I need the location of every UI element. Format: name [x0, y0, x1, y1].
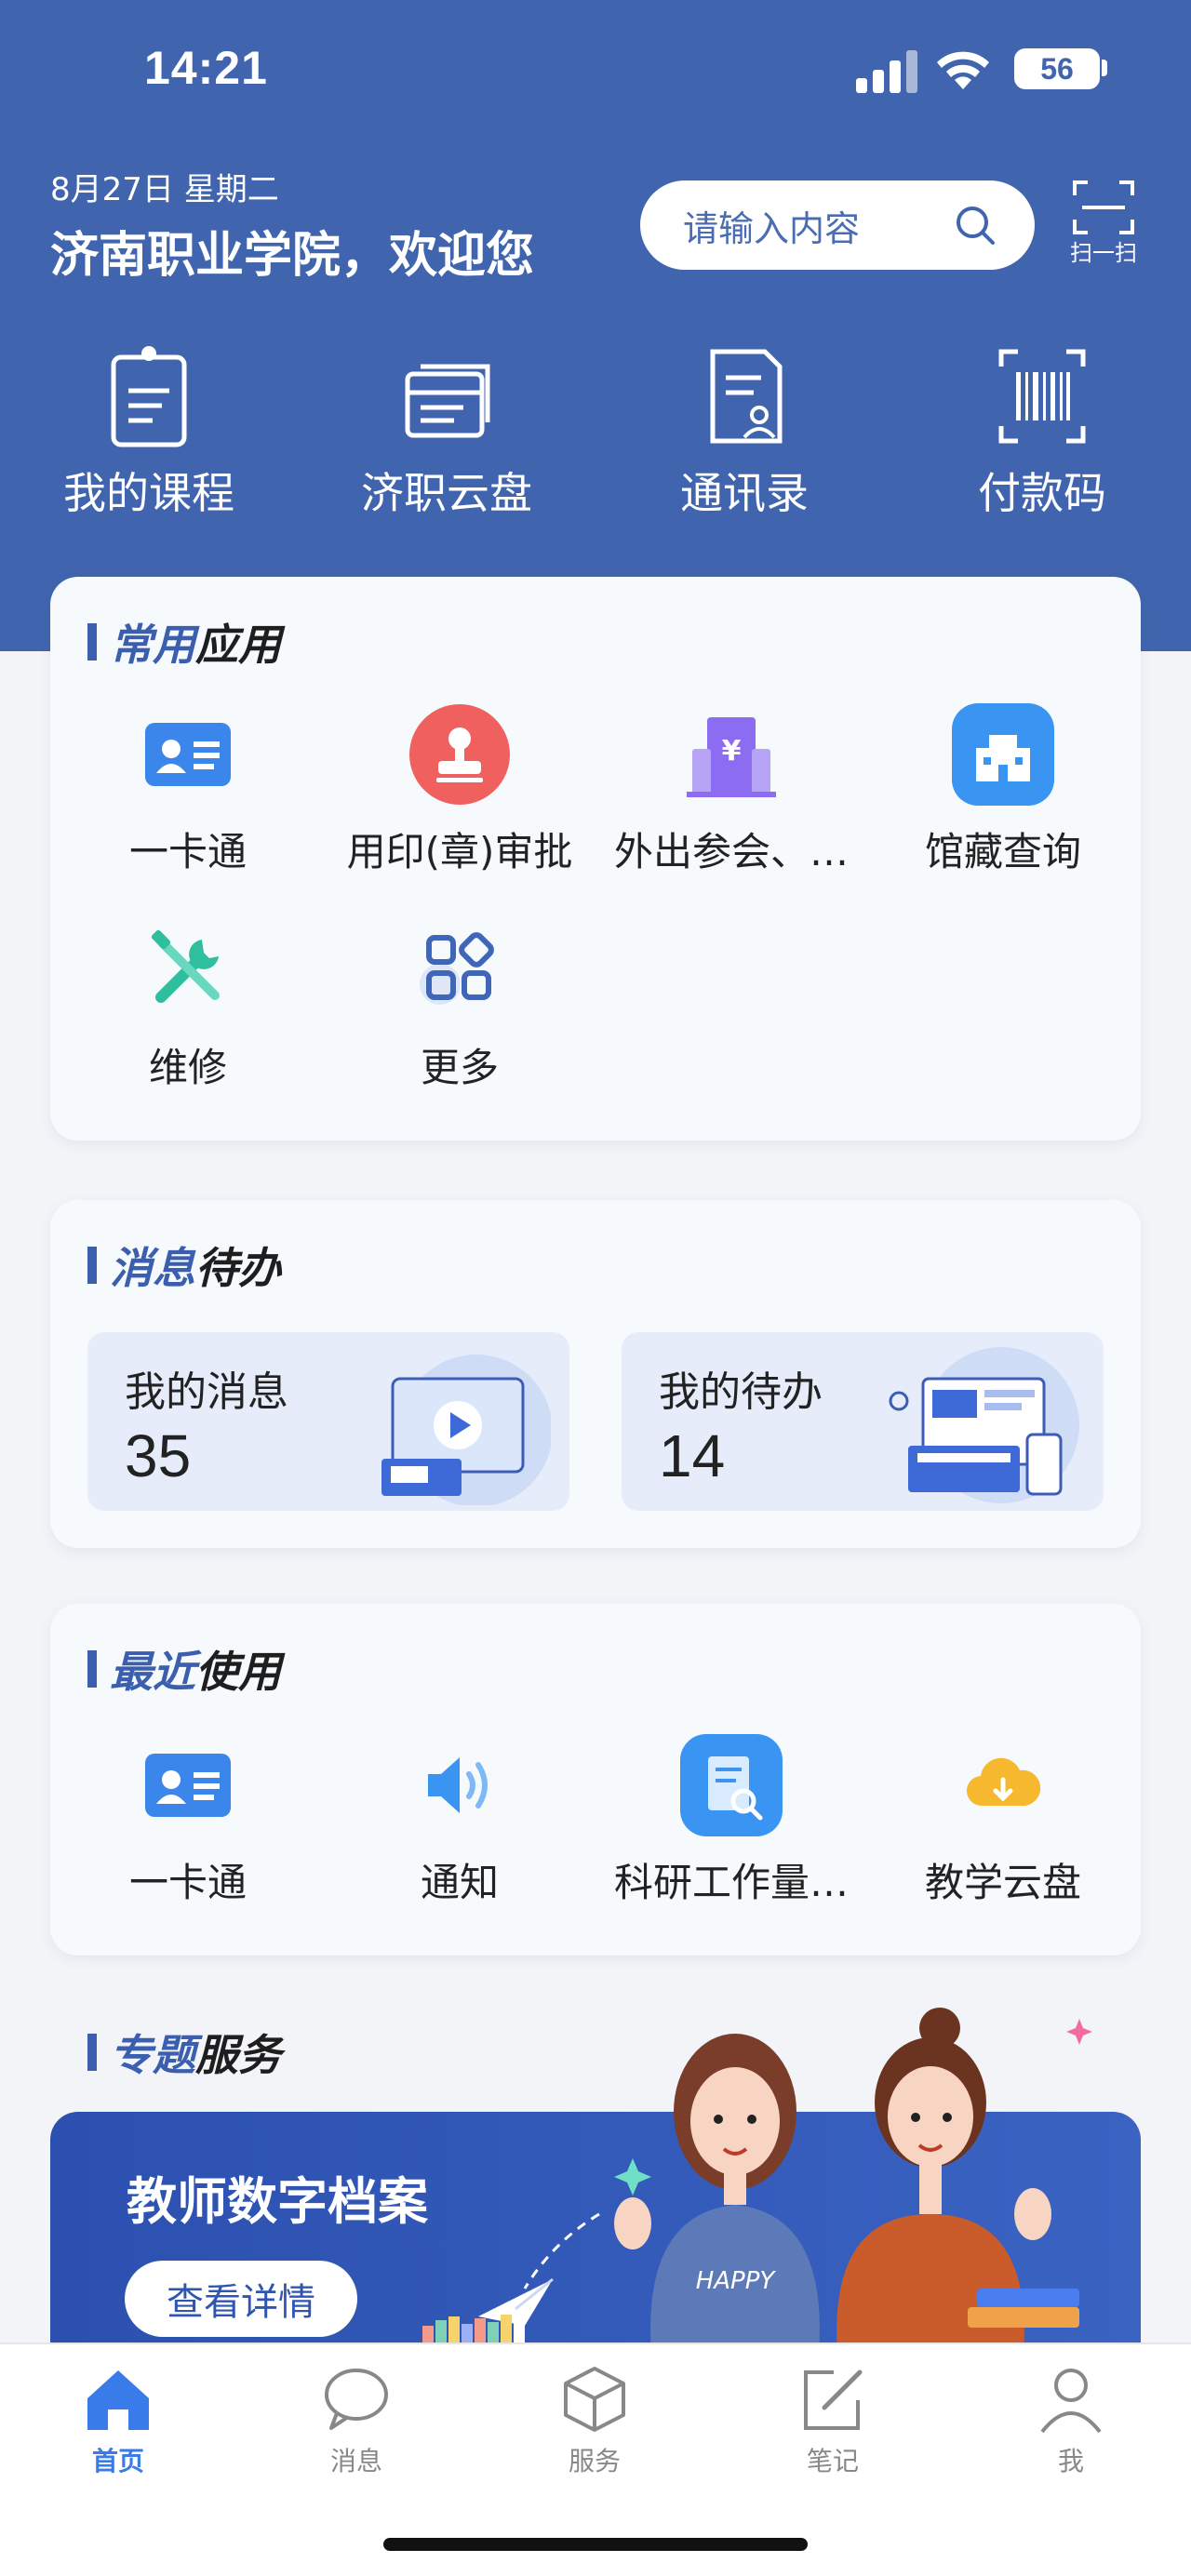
quick-cloud-drive[interactable]: 济职云盘: [335, 344, 558, 521]
view-details-button[interactable]: 查看详情: [125, 2261, 357, 2337]
tab-notes[interactable]: 笔记: [740, 2363, 926, 2478]
tab-services[interactable]: 服务: [502, 2363, 688, 2478]
common-apps-card: 常用 应用 一卡通 用印(章)审批 ¥ 外出参会、… 馆藏查询 维修 更多: [50, 577, 1141, 1141]
chat-bubble-icon: [325, 2369, 388, 2430]
quick-label: 济职云盘: [361, 468, 532, 518]
recent-campus-card[interactable]: 一卡通: [67, 1734, 309, 1908]
battery-nub: [1102, 60, 1107, 76]
app-label: 更多: [420, 1045, 499, 1090]
signal-icon: [856, 50, 917, 93]
tab-home[interactable]: 首页: [25, 2363, 211, 2478]
cloud-drive-icon: [405, 364, 490, 438]
app-label: 通知: [420, 1860, 499, 1905]
app-seal-approval[interactable]: 用印(章)审批: [339, 703, 581, 877]
tab-label: 首页: [91, 2446, 144, 2476]
quick-label: 我的课程: [63, 468, 234, 518]
my-todos-tile[interactable]: 我的待办 14: [622, 1332, 1104, 1511]
my-messages-tile[interactable]: 我的消息 35: [87, 1332, 569, 1511]
app-more[interactable]: 更多: [339, 919, 581, 1093]
messages-card: 消息 待办 我的消息 35 我的待办 14: [50, 1200, 1141, 1548]
quick-label: 付款码: [978, 468, 1106, 518]
app-campus-card[interactable]: 一卡通: [67, 703, 309, 877]
home-indicator: [383, 2538, 808, 2551]
grid-more-icon: [420, 932, 494, 1005]
section-title: 最近 使用: [87, 1645, 281, 1697]
app-label: 维修: [148, 1045, 227, 1090]
tools-icon: [151, 930, 220, 1003]
cloud-download-icon: [967, 1757, 1040, 1807]
my-todos-label: 我的待办: [659, 1368, 823, 1416]
user-icon: [1040, 2369, 1102, 2434]
app-library-search[interactable]: 馆藏查询: [882, 703, 1124, 877]
contacts-icon: [710, 349, 783, 444]
recent-teaching-cloud[interactable]: 教学云盘: [882, 1734, 1124, 1908]
library-icon: [952, 703, 1054, 806]
app-label: 一卡通: [128, 829, 247, 874]
recent-card: 最近 使用 一卡通 通知 科研工作量… 教学云盘: [50, 1604, 1141, 1955]
app-outing-meeting[interactable]: ¥ 外出参会、…: [610, 703, 852, 877]
svg-text:HAPPY: HAPPY: [696, 2267, 777, 2295]
svg-text:¥: ¥: [722, 735, 742, 767]
edit-note-icon: [804, 2369, 863, 2430]
tab-me[interactable]: 我: [978, 2363, 1164, 2478]
title-bar: [87, 1650, 97, 1688]
barcode-icon: [998, 349, 1086, 444]
app-repair[interactable]: 维修: [67, 919, 309, 1093]
building-yuan-icon: ¥: [687, 717, 776, 797]
my-todos-count: 14: [659, 1422, 726, 1489]
section-title: 常用 应用: [87, 618, 281, 670]
search-icon: [957, 207, 995, 245]
scan-button[interactable]: 扫一扫: [1066, 179, 1141, 268]
id-card-icon: [145, 1754, 231, 1817]
title-bar: [87, 1247, 97, 1284]
section-title: 消息 待办: [87, 1241, 281, 1293]
date-label: 8月27日 星期二: [50, 171, 279, 208]
header-background: [0, 0, 1191, 651]
quick-label: 通讯录: [680, 468, 809, 518]
battery-indicator: 56: [1014, 48, 1100, 89]
tab-label: 我: [1057, 2446, 1084, 2476]
scan-icon: [1073, 180, 1134, 234]
my-messages-label: 我的消息: [125, 1368, 288, 1416]
id-card-icon: [145, 723, 231, 786]
recent-notice[interactable]: 通知: [339, 1734, 581, 1908]
search-input[interactable]: 请输入内容: [640, 180, 1035, 270]
welcome-title: 济南职业学院，欢迎您: [50, 228, 535, 284]
tab-messages[interactable]: 消息: [263, 2363, 449, 2478]
app-label: 科研工作量…: [613, 1860, 849, 1905]
app-label: 外出参会、…: [613, 829, 849, 874]
quick-contacts[interactable]: 通讯录: [633, 344, 856, 521]
cube-icon: [564, 2367, 625, 2432]
video-illustration-icon: [381, 1355, 551, 1505]
quick-my-courses[interactable]: 我的课程: [37, 344, 261, 521]
title-bar: [87, 623, 97, 661]
app-label: 一卡通: [128, 1860, 247, 1905]
scan-label: 扫一扫: [1070, 240, 1137, 266]
tab-label: 消息: [329, 2446, 382, 2476]
title-bar: [87, 2034, 97, 2071]
app-label: 用印(章)审批: [346, 829, 573, 874]
my-messages-count: 35: [125, 1422, 192, 1489]
stamp-icon: [409, 704, 510, 805]
tab-label: 服务: [568, 2446, 621, 2476]
clipboard-icon: [111, 346, 187, 447]
speaker-icon: [428, 1757, 488, 1813]
tab-label: 笔记: [806, 2446, 859, 2476]
search-placeholder: 请输入内容: [683, 207, 861, 249]
banner-title: 教师数字档案: [127, 2172, 428, 2231]
recent-research-workload[interactable]: 科研工作量…: [610, 1734, 852, 1908]
quick-payment-code[interactable]: 付款码: [930, 344, 1154, 521]
devices-illustration-icon: [889, 1347, 1079, 1503]
status-time: 14:21: [144, 42, 268, 94]
app-label: 教学云盘: [924, 1860, 1081, 1905]
wifi-icon: [937, 51, 989, 89]
research-doc-icon: [680, 1734, 783, 1836]
home-icon: [87, 2370, 149, 2430]
teachers-illustration: HAPPY: [614, 2008, 1092, 2354]
app-label: 馆藏查询: [924, 829, 1081, 874]
topics-section-title: 专题 服务: [87, 2028, 281, 2080]
